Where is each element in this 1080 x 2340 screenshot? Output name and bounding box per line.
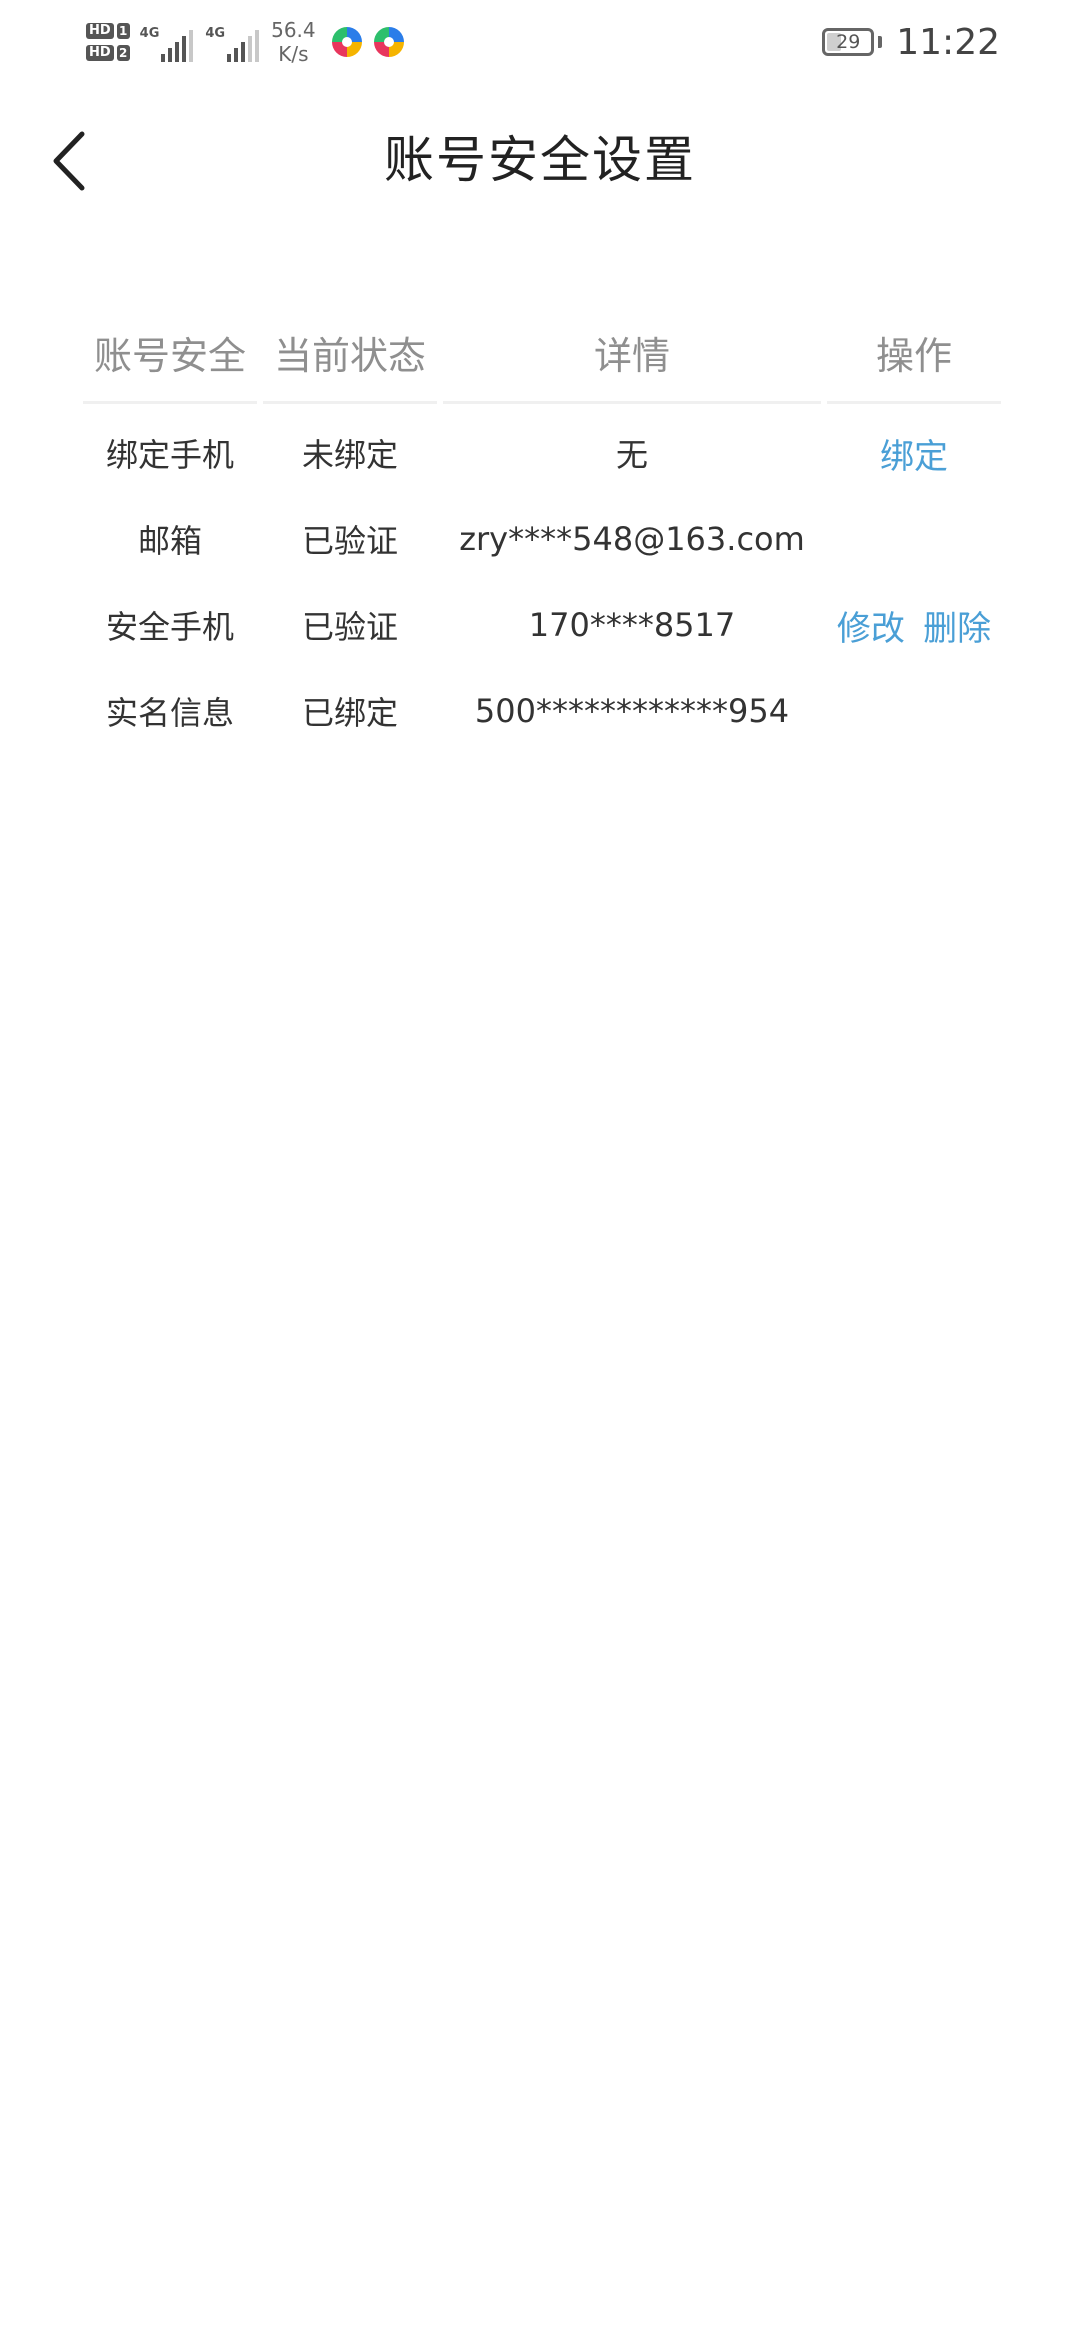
row-detail: 170****8517 [528, 606, 736, 644]
delete-security-phone-button[interactable]: 删除 [923, 609, 991, 649]
row-item-label: 邮箱 [137, 522, 202, 560]
sim-indicators: HD 1 HD 2 [86, 23, 130, 61]
row-status: 已绑定 [301, 694, 398, 732]
modify-security-phone-button[interactable]: 修改 [837, 609, 905, 649]
sim2-indicator: HD 2 [86, 45, 130, 61]
row-detail: zry****548@163.com [459, 520, 805, 558]
column-header-actions: 操作 [827, 316, 1001, 404]
app-notification-icon [373, 27, 404, 57]
battery-level: 29 [836, 31, 861, 53]
status-bar-right: 29 11:22 [822, 18, 1000, 66]
security-table: 账号安全 当前状态 详情 操作 绑定手机 未绑定 无 绑定 邮箱 已验证 zry… [80, 316, 1004, 754]
network-type-2: 4G [205, 26, 226, 41]
page-title: 账号安全设置 [384, 131, 696, 189]
sim2-number: 2 [116, 45, 130, 61]
status-bar-left: HD 1 HD 2 4G 4G 56.4 K/s [86, 12, 414, 72]
column-header-status: 当前状态 [263, 316, 437, 404]
clock: 11:22 [896, 21, 1000, 63]
table-row-bind-phone: 绑定手机 未绑定 无 绑定 [80, 410, 1004, 496]
table-header: 账号安全 当前状态 详情 操作 [80, 316, 1004, 404]
battery-tip [878, 36, 883, 48]
sim1-number: 1 [116, 23, 130, 39]
app-header: 账号安全设置 [0, 110, 1080, 210]
column-header-account-security: 账号安全 [83, 316, 257, 404]
battery-icon: 29 [822, 28, 875, 56]
network-type-1: 4G [139, 26, 160, 41]
row-status: 已验证 [301, 522, 398, 560]
network-speed-unit: K/s [278, 42, 309, 66]
signal-strength-icon-1: 4G [140, 22, 194, 62]
row-item-label: 安全手机 [105, 608, 234, 646]
network-speed-value: 56.4 [271, 18, 316, 42]
row-item-label: 绑定手机 [105, 436, 234, 474]
bind-phone-button[interactable]: 绑定 [880, 437, 948, 477]
sim2-hd-icon: HD [86, 45, 114, 61]
row-status: 已验证 [301, 608, 398, 646]
table-row-security-phone: 安全手机 已验证 170****8517 修改 删除 [80, 582, 1004, 668]
row-actions: 绑定 [827, 429, 1001, 478]
sim1-hd-icon: HD [86, 23, 114, 39]
row-item-label: 实名信息 [105, 694, 234, 732]
sim1-indicator: HD 1 [86, 23, 130, 39]
row-detail: 500************954 [474, 692, 790, 730]
app-notification-icon [331, 27, 362, 57]
row-detail: 无 [615, 436, 648, 474]
row-status: 未绑定 [301, 436, 398, 474]
status-bar: HD 1 HD 2 4G 4G 56.4 K/s 29 11:22 [0, 0, 1080, 84]
table-row-real-name: 实名信息 已绑定 500************954 [80, 668, 1004, 754]
network-speed: 56.4 K/s [271, 18, 316, 66]
column-header-details: 详情 [443, 316, 821, 404]
signal-strength-icon-2: 4G [205, 22, 260, 62]
row-actions: 修改 删除 [827, 601, 1001, 650]
table-row-email: 邮箱 已验证 zry****548@163.com [80, 496, 1004, 582]
